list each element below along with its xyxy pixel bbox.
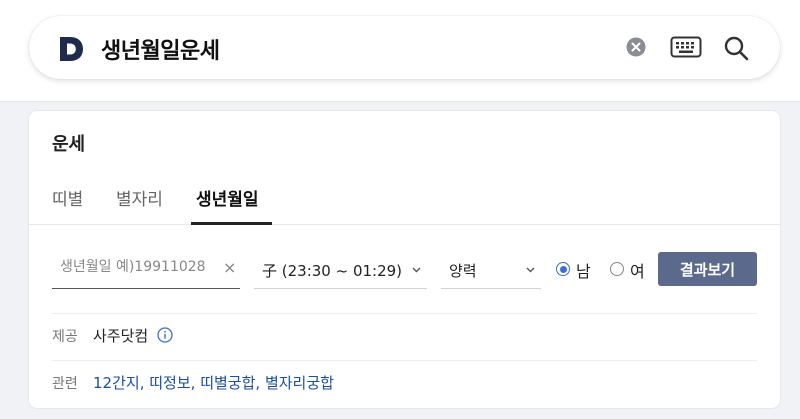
search-query-text[interactable]: 생년월일운세: [101, 33, 220, 65]
keyboard-icon[interactable]: [670, 36, 702, 58]
fortune-card: 운세 띠별 별자리 생년월일 × 子 (23:30 ~ 01:29) 양력 남 …: [29, 111, 780, 408]
related-links: 12간지, 띠정보, 띠별궁합, 별자리궁합: [93, 374, 334, 392]
divider: [52, 313, 757, 314]
related-link-zodiac-info[interactable]: 띠정보: [149, 374, 190, 392]
related-label: 관련: [52, 376, 78, 392]
gender-female-radio[interactable]: 여: [610, 258, 650, 281]
related-link-constellation-compatibility[interactable]: 별자리궁합: [265, 374, 334, 392]
divider: [52, 360, 757, 361]
search-bar[interactable]: 생년월일운세: [29, 16, 780, 79]
birth-time-select[interactable]: 子 (23:30 ~ 01:29): [254, 253, 427, 289]
chevron-down-icon: [526, 267, 535, 273]
gender-male-radio[interactable]: 남: [556, 258, 596, 281]
provider-label: 제공: [52, 329, 78, 345]
radio-dot: [556, 262, 570, 276]
search-icon[interactable]: [723, 35, 749, 61]
clear-search-icon[interactable]: [626, 37, 646, 57]
card-title: 운세: [52, 134, 86, 155]
view-result-button[interactable]: 결과보기: [658, 252, 757, 286]
provider-name: 사주닷컴: [93, 327, 149, 345]
clear-birthdate-icon[interactable]: ×: [223, 258, 236, 277]
tab-constellation[interactable]: 별자리: [116, 185, 163, 210]
birthdate-input[interactable]: [60, 259, 220, 275]
gender-male-label: 남: [576, 262, 591, 281]
tab-zodiac-animal[interactable]: 띠별: [52, 185, 83, 210]
daum-logo-icon: [60, 37, 83, 61]
radio-dot: [610, 262, 624, 276]
active-tab-indicator: [191, 222, 272, 225]
related-link-12-zodiac[interactable]: 12간지: [93, 374, 140, 392]
birth-time-value: 子 (23:30 ~ 01:29): [262, 262, 403, 280]
calendar-type-select[interactable]: 양력: [441, 253, 541, 289]
related-link-zodiac-compatibility[interactable]: 띠별궁합: [200, 374, 255, 392]
fortune-tabs: 띠별 별자리 생년월일: [29, 181, 780, 225]
tab-birthdate[interactable]: 생년월일: [196, 185, 259, 210]
info-icon[interactable]: [157, 327, 173, 343]
search-header: 생년월일운세: [0, 0, 800, 102]
calendar-type-value: 양력: [449, 262, 477, 280]
chevron-down-icon: [412, 267, 421, 273]
birthdate-field: ×: [52, 253, 240, 289]
gender-female-label: 여: [630, 262, 645, 281]
